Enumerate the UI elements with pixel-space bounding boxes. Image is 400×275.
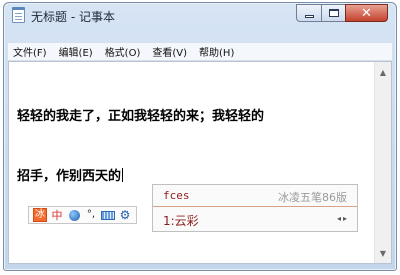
ime-candidate-window: fces 冰凌五笔86版 1:云彩 ◂▸ [152,184,358,232]
ime-status-bar: 冰 中 °, ⚙ [28,206,137,224]
menu-view[interactable]: 查看(V) [152,44,187,59]
ime-soft-keyboard-icon[interactable] [101,208,115,222]
scroll-up-arrow-icon[interactable]: ▲ [375,64,391,80]
ime-fullwidth-toggle-icon[interactable] [67,208,81,222]
close-button[interactable]: ✕ [345,4,388,22]
window-title: 无标题 - 记事本 [31,10,115,24]
minimize-icon [304,14,314,18]
ime-mode-icon[interactable]: 冰 [33,208,47,222]
text-editor[interactable]: 轻轻的我走了，正如我轻轻的来；我轻轻的 招手，作别西天的 ▲ ▼ [8,61,392,264]
menu-format[interactable]: 格式(O) [105,44,141,59]
close-icon: ✕ [361,5,372,21]
text-line-2-content: 招手，作别西天的 [17,169,122,184]
vertical-scrollbar[interactable]: ▲ ▼ [374,62,391,263]
ime-candidate-item[interactable]: 1:云彩 [163,212,199,229]
scroll-down-arrow-icon[interactable]: ▼ [375,245,391,261]
text-caret [122,168,124,182]
menu-edit[interactable]: 编辑(E) [59,44,93,59]
caption-buttons: ✕ [296,4,388,22]
menu-help[interactable]: 帮助(H) [199,44,234,59]
title-bar[interactable]: 无标题 - 记事本 ✕ [4,3,396,29]
ime-punctuation-toggle-icon[interactable]: °, [84,208,98,222]
menu-file[interactable]: 文件(F) [13,44,47,59]
ime-composition-row: fces 冰凌五笔86版 [153,185,357,207]
minimize-button[interactable] [296,4,322,22]
notepad-icon[interactable] [12,7,25,23]
text-line-1: 轻轻的我走了，正如我轻轻的来；我轻轻的 [17,109,265,124]
ime-candidate-row: 1:云彩 ◂▸ [153,208,357,232]
ime-settings-gear-icon[interactable]: ⚙ [118,208,132,222]
menu-bar: 文件(F) 编辑(E) 格式(O) 查看(V) 帮助(H) [8,43,392,61]
maximize-icon [328,9,339,17]
ime-chinese-english-toggle-icon[interactable]: 中 [50,208,64,222]
ime-composition-text: fces [163,189,190,202]
ime-page-arrows-icon[interactable]: ◂▸ [337,214,349,223]
ime-name-label: 冰凌五笔86版 [278,191,347,204]
maximize-button[interactable] [321,4,346,22]
